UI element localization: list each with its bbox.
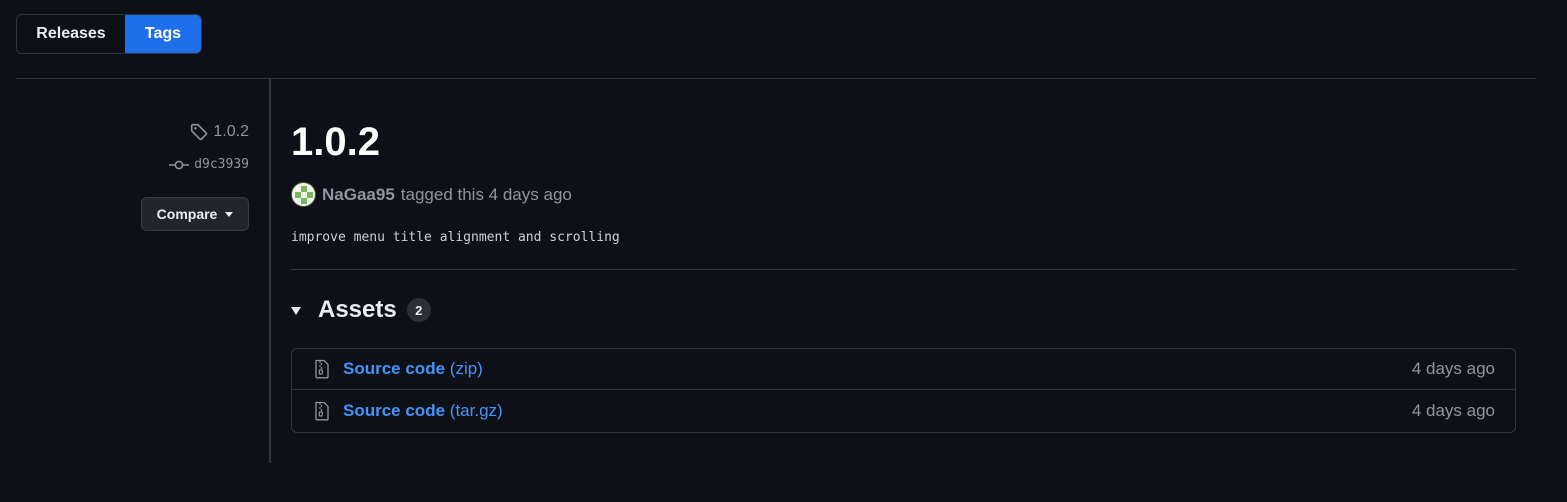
assets-toggle[interactable]: Assets 2 (291, 296, 431, 324)
compare-button[interactable]: Compare (141, 197, 249, 231)
asset-name: Source code (343, 359, 446, 378)
assets-count-badge: 2 (406, 298, 431, 322)
releases-tags-toggle: Releases Tags (16, 14, 202, 54)
release-message: improve menu title alignment and scrolli… (291, 230, 620, 245)
timeline-line (269, 79, 271, 463)
asset-row: Source code (tar.gz) 4 days ago (292, 390, 1515, 432)
asset-name: Source code (343, 401, 446, 420)
tagged-text: tagged this 4 days ago (400, 184, 572, 204)
file-zip-icon (315, 401, 329, 421)
asset-extension: (tar.gz) (449, 401, 503, 420)
commit-link[interactable]: d9c3939 (169, 157, 249, 172)
file-zip-icon (315, 359, 329, 379)
tag-name: 1.0.2 (213, 123, 249, 140)
asset-row: Source code (zip) 4 days ago (292, 349, 1515, 390)
asset-extension: (zip) (449, 359, 483, 378)
tag-link[interactable]: 1.0.2 (190, 123, 249, 141)
tagger-line: NaGaa95 tagged this 4 days ago (291, 182, 572, 207)
source-code-targz-link[interactable]: Source code (tar.gz) (343, 401, 503, 421)
compare-label: Compare (156, 206, 218, 222)
commit-sha: d9c3939 (194, 157, 249, 172)
releases-tab[interactable]: Releases (17, 15, 125, 53)
asset-date: 4 days ago (1411, 359, 1495, 378)
avatar[interactable] (291, 182, 316, 207)
chevron-down-icon (225, 211, 234, 217)
tags-tab[interactable]: Tags (125, 15, 201, 53)
assets-list: Source code (zip) 4 days ago Source code… (291, 348, 1516, 433)
triangle-down-icon (291, 307, 301, 315)
release-card: 1.0.2 NaGaa95 tagged this 4 days ago imp… (291, 79, 1516, 463)
source-code-zip-link[interactable]: Source code (zip) (343, 359, 483, 379)
author-link[interactable]: NaGaa95 (322, 185, 395, 205)
release-title[interactable]: 1.0.2 (291, 119, 380, 165)
git-commit-icon (169, 160, 190, 169)
tag-icon (191, 123, 208, 141)
assets-heading: Assets (318, 296, 397, 323)
asset-date: 4 days ago (1411, 401, 1495, 420)
release-sidebar: 1.0.2 d9c3939 Compare (16, 79, 270, 463)
notes-divider (291, 269, 1516, 270)
